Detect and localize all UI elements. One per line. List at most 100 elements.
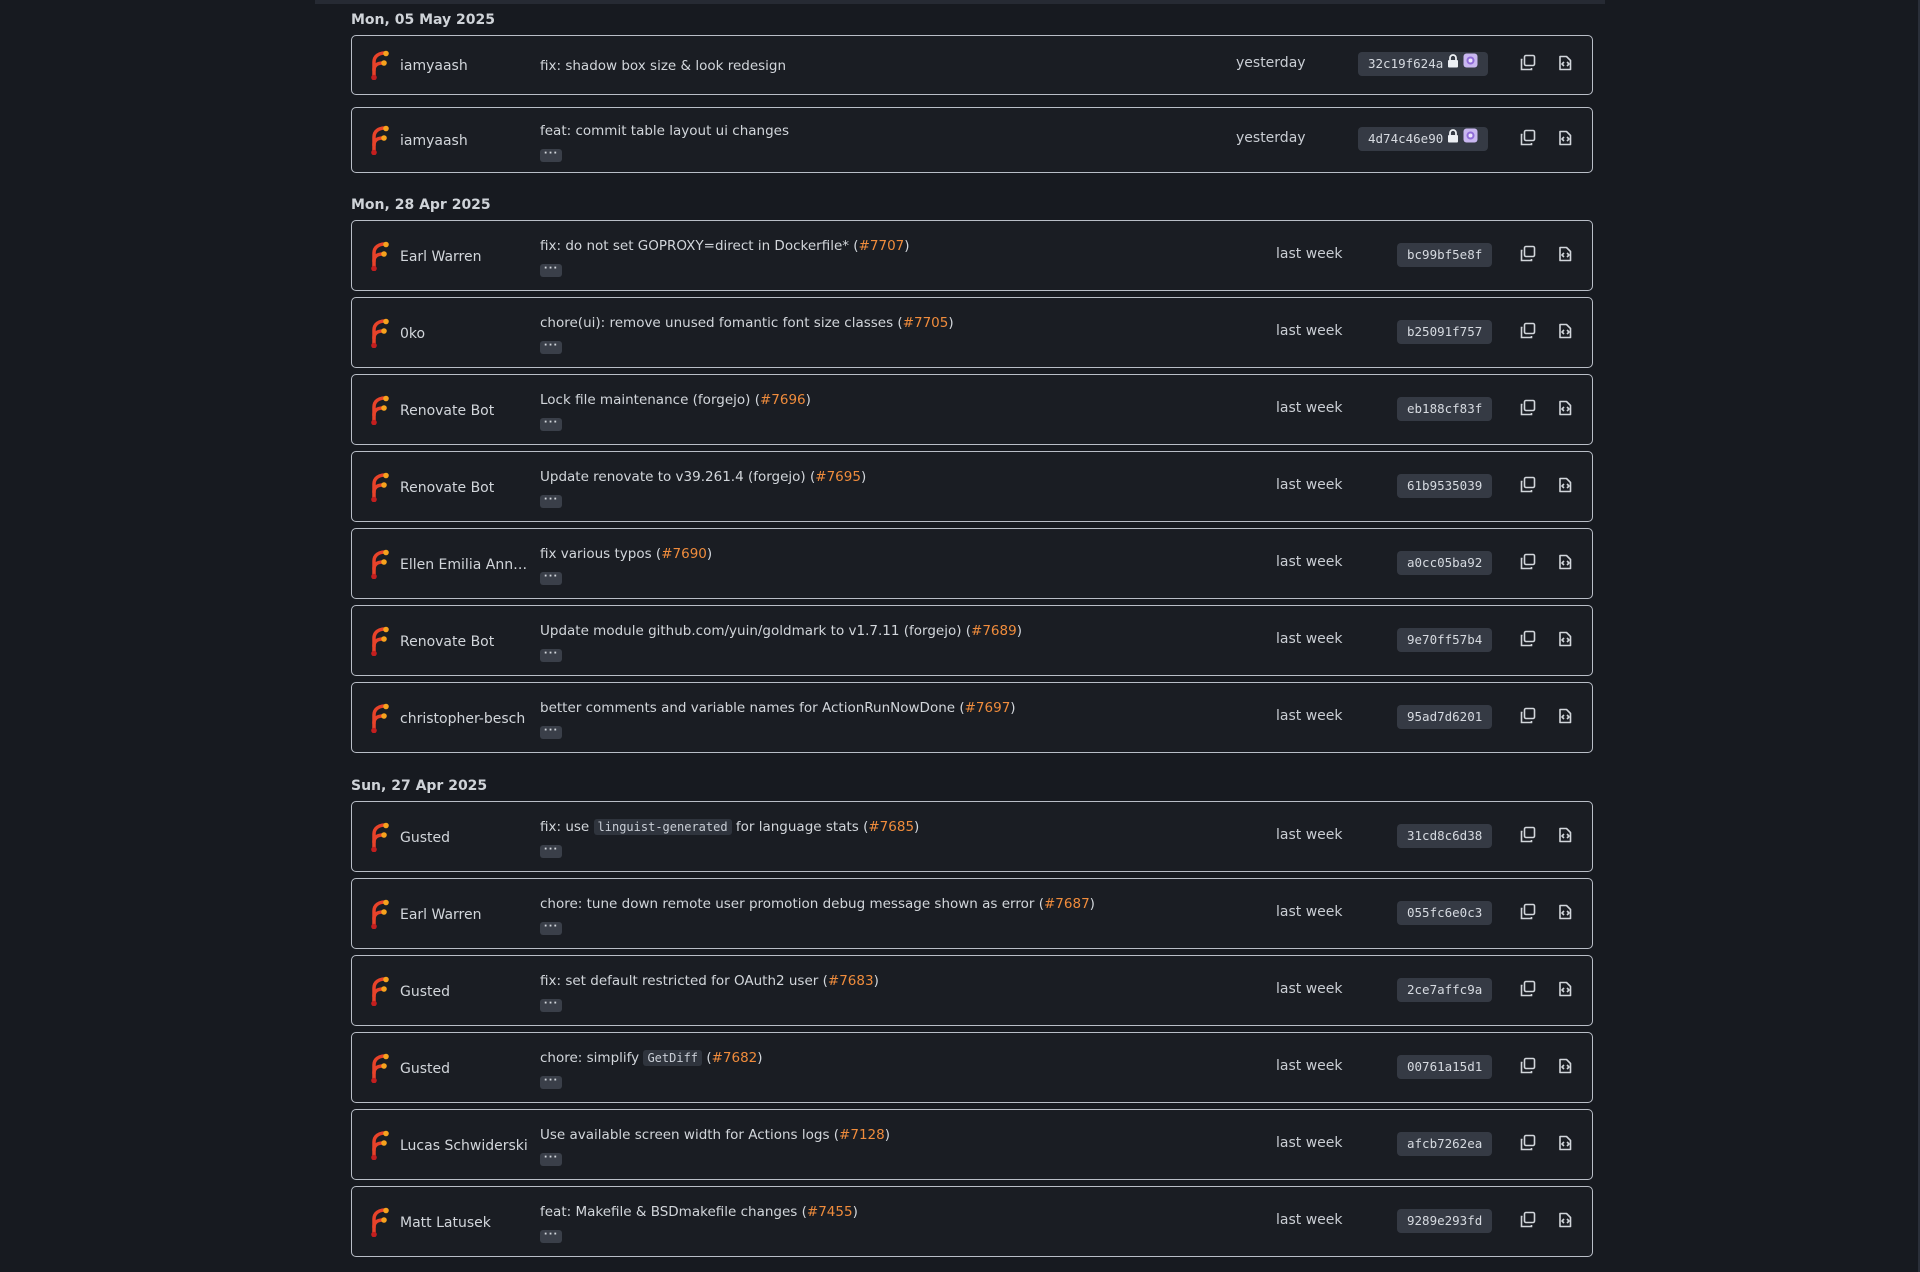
commit-sha-button[interactable]: 9e70ff57b4 [1397,627,1493,652]
commit-row[interactable]: Earl Warren fix: do not set GOPROXY=direc… [351,220,1593,291]
copy-icon[interactable] [1518,1056,1538,1076]
commit-row[interactable]: Renovate Bot Update module github.com/yui… [351,605,1593,676]
author-avatar[interactable] [368,976,392,1006]
copy-icon[interactable] [1518,902,1538,922]
browse-files-icon[interactable] [1555,902,1575,922]
commit-summary[interactable]: Use available screen width for Actions l… [540,1127,839,1143]
author-name[interactable]: Earl Warren [400,247,532,267]
expand-message-button[interactable]: ··· [540,845,562,858]
commit-message[interactable]: fix: shadow box size & look redesign [540,56,1220,76]
author-avatar[interactable] [368,472,392,502]
commit-sha-button[interactable]: 055fc6e0c3 [1397,900,1493,925]
commit-summary[interactable]: chore(ui): remove unused fomantic font s… [540,315,903,331]
commit-summary[interactable]: feat: commit table layout ui changes [540,123,789,139]
copy-icon[interactable] [1518,706,1538,726]
expand-message-button[interactable]: ··· [540,264,562,277]
author-avatar[interactable] [368,1053,392,1083]
author-avatar[interactable] [368,241,392,271]
commit-message[interactable]: fix: do not set GOPROXY=direct in Docker… [540,236,1220,256]
expand-message-button[interactable]: ··· [540,1076,562,1089]
browse-files-icon[interactable] [1555,979,1575,999]
browse-files-icon[interactable] [1555,398,1575,418]
copy-icon[interactable] [1518,244,1538,264]
author-name[interactable]: Matt Latusek [400,1213,532,1233]
expand-message-button[interactable]: ··· [540,1153,562,1166]
commit-message[interactable]: chore: tune down remote user promotion d… [540,894,1220,914]
commit-message[interactable]: feat: commit table layout ui changes [540,121,1220,141]
author-name[interactable]: Earl Warren [400,905,532,925]
copy-icon[interactable] [1518,629,1538,649]
commit-message[interactable]: Lock file maintenance (forgejo) (#7696) [540,390,1220,410]
browse-files-icon[interactable] [1555,825,1575,845]
commit-row[interactable]: iamyaash fix: shadow box size & look rede… [351,35,1593,95]
author-name[interactable]: Renovate Bot [400,478,532,498]
commit-summary-cont[interactable]: for language stats ( [732,819,869,835]
commit-message[interactable]: chore: simplify GetDiff (#7682) [540,1048,1220,1068]
author-name[interactable]: 0ko [400,324,532,344]
author-avatar[interactable] [368,899,392,929]
commit-sha-button[interactable]: 2ce7affc9a [1397,977,1493,1002]
commit-summary[interactable]: fix: shadow box size & look redesign [540,58,786,74]
expand-message-button[interactable]: ··· [540,999,562,1012]
browse-files-icon[interactable] [1555,1056,1575,1076]
expand-message-button[interactable]: ··· [540,495,562,508]
author-name[interactable]: Gusted [400,982,532,1002]
commit-message[interactable]: feat: Makefile & BSDmakefile changes (#7… [540,1202,1220,1222]
commit-message[interactable]: fix various typos (#7690) [540,544,1220,564]
commit-message[interactable]: better comments and variable names for A… [540,698,1220,718]
author-avatar[interactable] [368,395,392,425]
commit-row[interactable]: Earl Warren chore: tune down remote user … [351,878,1593,949]
pr-link[interactable]: #7128 [839,1127,885,1143]
author-name[interactable]: Gusted [400,1059,532,1079]
expand-message-button[interactable]: ··· [540,148,562,162]
copy-icon[interactable] [1518,552,1538,572]
commit-row[interactable]: Gusted fix: use linguist-generated for la… [351,801,1593,872]
expand-message-button[interactable]: ··· [540,922,562,935]
commit-summary[interactable]: fix: set default restricted for OAuth2 u… [540,973,828,989]
browse-files-icon[interactable] [1555,475,1575,495]
commit-row[interactable]: Gusted fix: set default restricted for OA… [351,955,1593,1026]
commit-sha-button[interactable]: afcb7262ea [1397,1131,1493,1156]
author-avatar[interactable] [368,318,392,348]
copy-icon[interactable] [1518,53,1538,73]
commit-summary[interactable]: chore: tune down remote user promotion d… [540,896,1044,912]
commit-message[interactable]: Use available screen width for Actions l… [540,1125,1220,1145]
expand-message-button[interactable]: ··· [540,572,562,585]
commit-summary[interactable]: Update renovate to v39.261.4 (forgejo) ( [540,469,815,485]
pr-link[interactable]: #7687 [1044,896,1090,912]
expand-message-button[interactable]: ··· [540,341,562,354]
commit-sha-button[interactable]: 4d74c46e90 [1358,127,1489,151]
commit-row[interactable]: Renovate Bot Lock file maintenance (forge… [351,374,1593,445]
copy-icon[interactable] [1518,321,1538,341]
commit-summary[interactable]: better comments and variable names for A… [540,700,965,716]
author-name[interactable]: Gusted [400,828,532,848]
author-name[interactable]: Renovate Bot [400,632,532,652]
author-avatar[interactable] [368,549,392,579]
author-name[interactable]: christopher-besch [400,709,532,729]
pr-link[interactable]: #7695 [815,469,861,485]
copy-icon[interactable] [1518,825,1538,845]
commit-sha-button[interactable]: 00761a15d1 [1397,1054,1493,1079]
commit-row[interactable]: Matt Latusek feat: Makefile & BSDmakefile… [351,1186,1593,1257]
commit-summary-cont[interactable]: ( [702,1050,711,1066]
browse-files-icon[interactable] [1555,321,1575,341]
pr-link[interactable]: #7707 [859,238,905,254]
author-name[interactable]: iamyaash [400,131,532,151]
author-avatar[interactable] [368,703,392,733]
commit-row[interactable]: christopher-besch better comments and var… [351,682,1593,753]
copy-icon[interactable] [1518,979,1538,999]
pr-link[interactable]: #7685 [868,819,914,835]
expand-message-button[interactable]: ··· [540,418,562,431]
author-avatar[interactable] [368,822,392,852]
commit-sha-button[interactable]: 61b9535039 [1397,473,1493,498]
copy-icon[interactable] [1518,398,1538,418]
browse-files-icon[interactable] [1555,128,1575,148]
commit-sha-button[interactable]: 9289e293fd [1397,1208,1493,1233]
pr-link[interactable]: #7697 [965,700,1011,716]
browse-files-icon[interactable] [1555,629,1575,649]
commit-sha-button[interactable]: 95ad7d6201 [1397,704,1493,729]
commit-row[interactable]: Ellen Emilia Anna … fix various typos (#7… [351,528,1593,599]
browse-files-icon[interactable] [1555,53,1575,73]
commit-row[interactable]: 0ko chore(ui): remove unused fomantic fon… [351,297,1593,368]
commit-summary[interactable]: fix: do not set GOPROXY=direct in Docker… [540,238,859,254]
